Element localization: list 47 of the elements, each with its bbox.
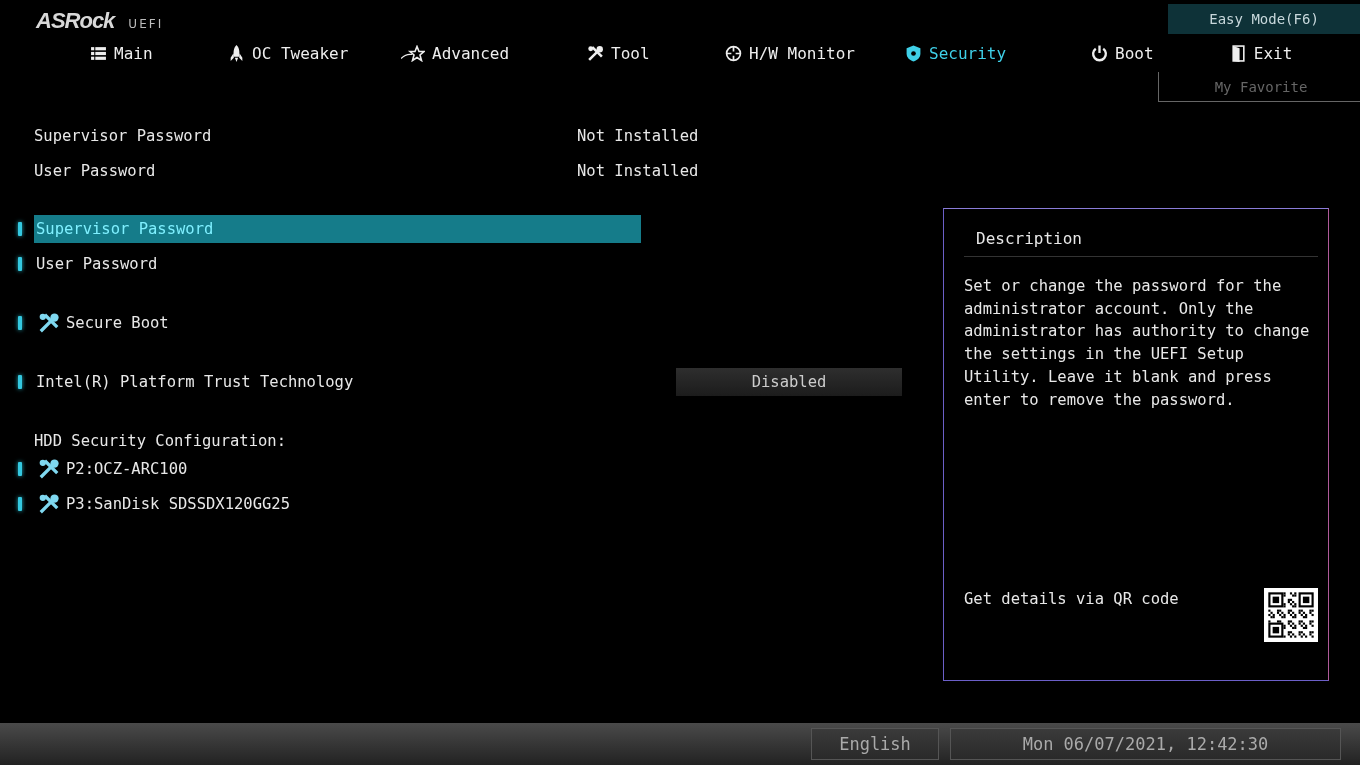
power-icon xyxy=(1091,44,1108,62)
my-favorite-button[interactable]: My Favorite xyxy=(1157,72,1360,102)
brand-logo: ASRock xyxy=(36,8,115,34)
submenu-item[interactable]: Secure Boot xyxy=(34,309,641,337)
qr-hint: Get details via QR code xyxy=(964,590,1179,608)
setting-value: Not Installed xyxy=(577,126,699,145)
tools-icon xyxy=(38,312,60,334)
menu-tab[interactable]: Boot xyxy=(1087,40,1158,66)
menu-item[interactable]: User Password xyxy=(34,250,641,278)
tools-icon xyxy=(38,458,60,480)
submenu-item[interactable]: P3:SanDisk SDSSDX120GG25 xyxy=(34,490,641,518)
qr-code-icon xyxy=(1264,588,1318,642)
menu-tab[interactable]: H/W Monitor xyxy=(721,40,901,66)
setting-label: Supervisor Password xyxy=(33,126,213,145)
shield-icon xyxy=(905,44,922,62)
list-icon xyxy=(90,44,107,62)
menu-tab[interactable]: Exit xyxy=(1225,40,1297,66)
item-marker xyxy=(18,316,22,330)
setting-value: Not Installed xyxy=(577,161,699,180)
tools-icon xyxy=(38,493,60,515)
option-value-button[interactable]: Disabled xyxy=(676,368,902,396)
star-icon xyxy=(401,44,425,62)
item-marker xyxy=(18,222,22,236)
rocket-icon xyxy=(228,44,245,62)
menu-tab[interactable]: Tool xyxy=(583,40,721,66)
tools-icon xyxy=(587,44,604,62)
logo-suffix: UEFI xyxy=(128,17,164,31)
menu-item[interactable]: Supervisor Password xyxy=(34,215,641,243)
easy-mode-button[interactable]: Easy Mode(F6) xyxy=(1168,4,1360,34)
panel-title: Description xyxy=(964,229,1318,257)
menu-tab[interactable]: Main xyxy=(86,40,224,66)
item-marker xyxy=(18,462,22,476)
item-marker xyxy=(18,375,22,389)
setting-label: User Password xyxy=(33,161,157,180)
section-heading: HDD Security Configuration: xyxy=(33,432,286,450)
date-time-display: Mon 06/07/2021, 12:42:30 xyxy=(950,728,1341,760)
item-marker xyxy=(18,257,22,271)
language-button[interactable]: English xyxy=(811,728,939,760)
crosshair-icon xyxy=(725,44,742,62)
item-marker xyxy=(18,497,22,511)
menu-tab[interactable]: OC Tweaker xyxy=(224,40,397,66)
door-icon xyxy=(1229,44,1247,62)
menu-tab[interactable]: Advanced xyxy=(397,40,583,66)
submenu-item[interactable]: P2:OCZ-ARC100 xyxy=(34,455,641,483)
menu-item[interactable]: Intel(R) Platform Trust Technology xyxy=(34,368,676,396)
menu-tab[interactable]: Security xyxy=(901,40,1087,66)
description-text: Set or change the password for the administrator account. Only the administrator has authority to change the settings in the UEFI Setup Utility. Leave it blank and press enter to remove the password. xyxy=(964,276,1311,411)
